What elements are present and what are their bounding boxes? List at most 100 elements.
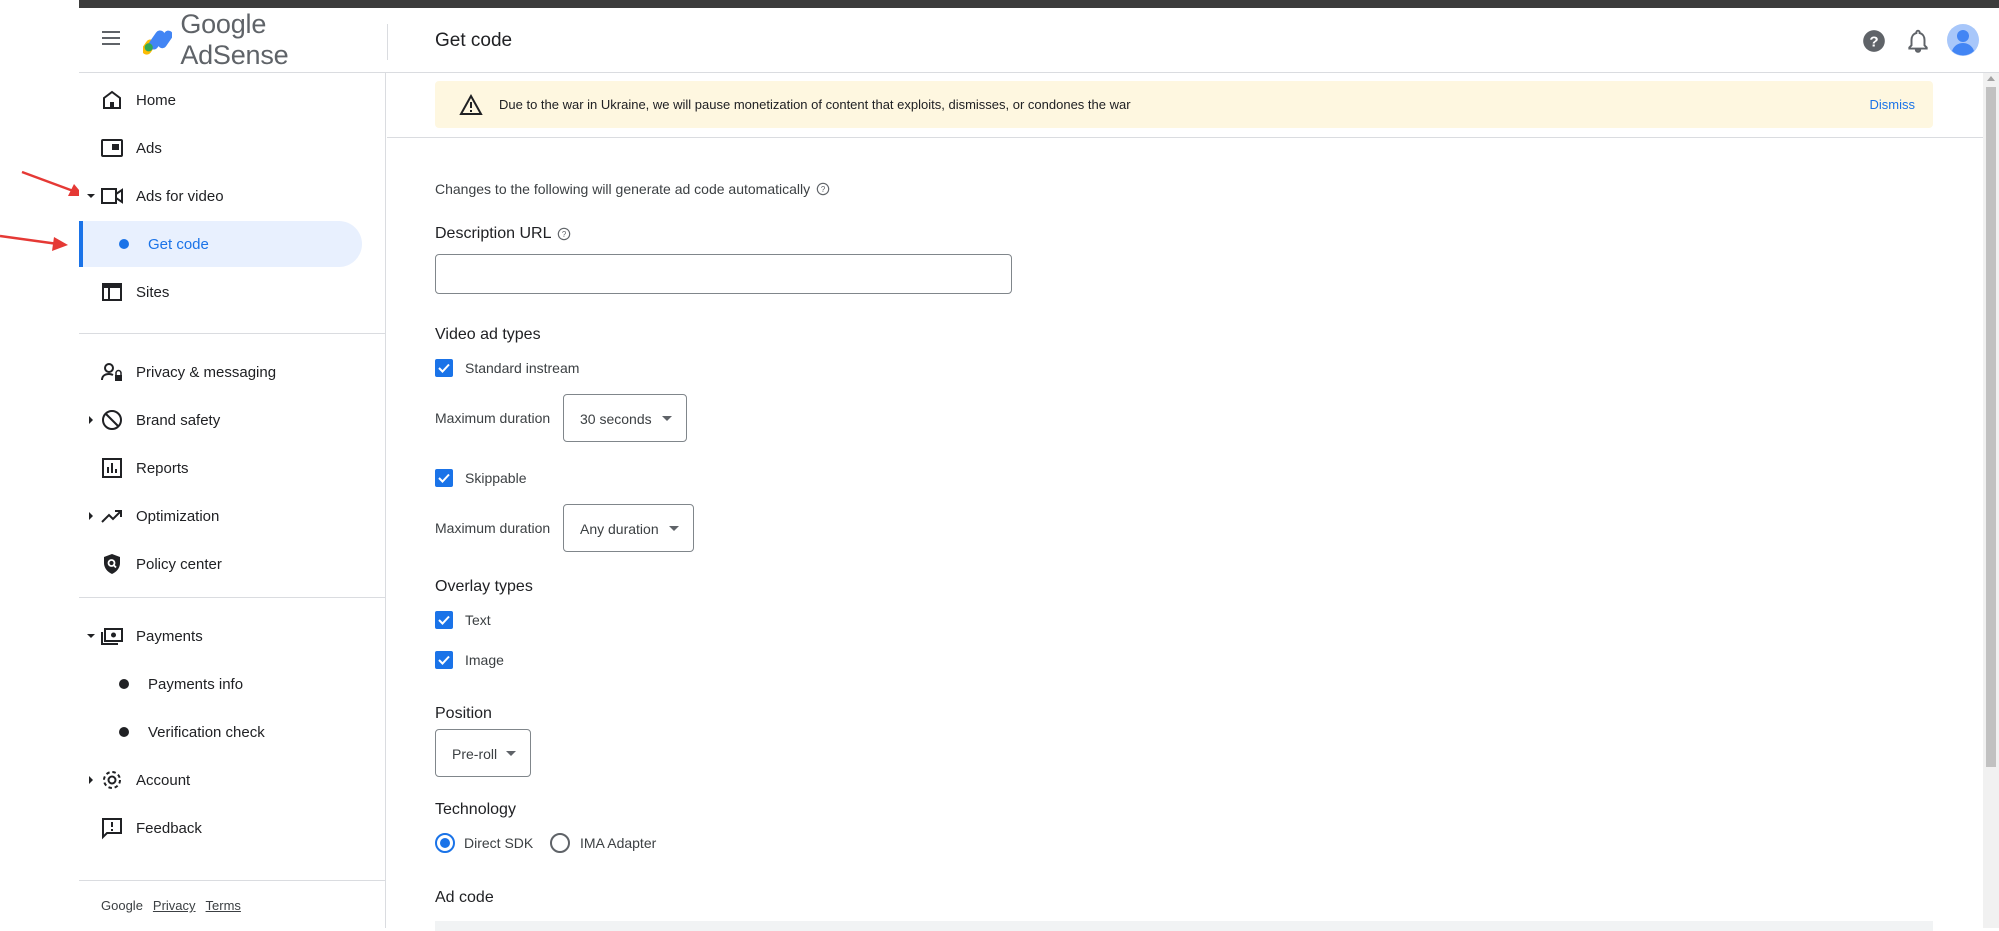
svg-text:?: ? bbox=[821, 185, 826, 194]
menu-icon[interactable] bbox=[99, 28, 123, 52]
left-margin bbox=[0, 0, 79, 928]
direct-sdk-label: Direct SDK bbox=[464, 835, 534, 851]
sidebar-item-account[interactable]: Account bbox=[79, 757, 386, 803]
sidebar-item-home[interactable]: Home bbox=[79, 77, 386, 123]
position-heading: Position bbox=[435, 705, 492, 722]
intro-text: Changes to the following will generate a… bbox=[435, 181, 811, 197]
expand-caret-right-icon bbox=[89, 512, 93, 520]
sidebar-divider bbox=[79, 880, 386, 881]
reports-icon bbox=[102, 458, 122, 478]
adsense-app: Google AdSense Get code ? Home Ads Ads f… bbox=[79, 8, 1999, 931]
description-url-label: Description URL bbox=[435, 225, 552, 242]
top-app-bar: Google AdSense Get code ? bbox=[79, 8, 1999, 73]
ima-adapter-label: IMA Adapter bbox=[580, 835, 657, 851]
account-avatar-icon[interactable] bbox=[1947, 24, 1979, 56]
sidebar-nav: Home Ads Ads for video Get code Sites Pr… bbox=[79, 73, 386, 928]
sidebar-item-label: Ads bbox=[136, 139, 162, 157]
video-ad-types-heading: Video ad types bbox=[435, 326, 541, 343]
bullet-dot-icon bbox=[119, 679, 129, 689]
sidebar-item-brand-safety[interactable]: Brand safety bbox=[79, 397, 386, 443]
home-icon bbox=[103, 90, 121, 109]
header-divider bbox=[387, 24, 388, 60]
sidebar-item-optimization[interactable]: Optimization bbox=[79, 493, 386, 539]
scrollbar-thumb[interactable] bbox=[1986, 87, 1996, 767]
position-select[interactable]: Pre-roll bbox=[435, 729, 531, 777]
gear-icon bbox=[103, 771, 121, 789]
sidebar-item-payments[interactable]: Payments bbox=[79, 613, 386, 659]
footer-google: Google bbox=[101, 898, 143, 913]
ad-code-heading: Ad code bbox=[435, 889, 494, 906]
footer-privacy-link[interactable]: Privacy bbox=[153, 898, 196, 913]
sidebar-item-label: Reports bbox=[136, 459, 189, 477]
sidebar-item-privacy-messaging[interactable]: Privacy & messaging bbox=[79, 349, 386, 395]
expand-caret-down-icon bbox=[87, 194, 95, 198]
adsense-logo[interactable]: Google AdSense bbox=[143, 9, 343, 70]
sidebar-item-label: Get code bbox=[148, 235, 209, 253]
notifications-bell-icon[interactable] bbox=[1905, 28, 1931, 54]
skippable-max-duration-select[interactable]: Any duration bbox=[563, 504, 694, 552]
direct-sdk-radio[interactable] bbox=[435, 833, 455, 853]
dropdown-caret-icon bbox=[506, 751, 516, 756]
trending-up-icon bbox=[101, 510, 122, 523]
help-outline-icon[interactable]: ? bbox=[816, 182, 830, 196]
banner-text: Due to the war in Ukraine, we will pause… bbox=[499, 97, 1131, 112]
sidebar-item-ads-for-video[interactable]: Ads for video bbox=[79, 173, 386, 219]
annotation-arrow-get-code bbox=[0, 234, 68, 251]
sidebar-footer: Google Privacy Terms bbox=[101, 898, 241, 913]
overlay-image-label: Image bbox=[465, 652, 504, 668]
sidebar-item-payments-info[interactable]: Payments info bbox=[79, 661, 386, 707]
main-scrollbar[interactable] bbox=[1983, 73, 1999, 928]
adsense-logo-mark-icon bbox=[143, 30, 173, 55]
main-content: Due to the war in Ukraine, we will pause… bbox=[387, 73, 1999, 931]
overlay-types-heading: Overlay types bbox=[435, 578, 533, 595]
checkmark-icon bbox=[438, 615, 450, 625]
sidebar-item-label: Feedback bbox=[136, 819, 202, 837]
footer-terms-link[interactable]: Terms bbox=[206, 898, 241, 913]
window-top-strip bbox=[79, 0, 1999, 8]
sidebar-item-reports[interactable]: Reports bbox=[79, 445, 386, 491]
help-icon[interactable]: ? bbox=[1861, 28, 1887, 54]
ads-icon bbox=[101, 139, 123, 157]
expand-caret-right-icon bbox=[89, 416, 93, 424]
standard-max-duration-select[interactable]: 30 seconds bbox=[563, 394, 687, 442]
select-value: Pre-roll bbox=[452, 746, 498, 762]
sidebar-item-policy-center[interactable]: Policy center bbox=[79, 541, 386, 587]
sidebar-item-label: Account bbox=[136, 771, 191, 789]
overlay-image-checkbox[interactable] bbox=[435, 651, 453, 669]
standard-instream-checkbox[interactable] bbox=[435, 359, 453, 377]
block-icon bbox=[102, 410, 122, 430]
dropdown-caret-icon bbox=[662, 416, 672, 421]
sidebar-item-label: Payments bbox=[136, 627, 203, 645]
sidebar-item-sites[interactable]: Sites bbox=[79, 269, 386, 315]
ima-adapter-radio[interactable] bbox=[550, 833, 570, 853]
sidebar-item-label: Verification check bbox=[148, 723, 265, 741]
help-outline-icon[interactable]: ? bbox=[557, 227, 571, 241]
standard-instream-label: Standard instream bbox=[465, 360, 580, 376]
sidebar-divider bbox=[79, 597, 386, 598]
description-url-input[interactable] bbox=[435, 254, 1012, 294]
svg-text:?: ? bbox=[562, 230, 567, 239]
technology-heading: Technology bbox=[435, 801, 516, 818]
skippable-label: Skippable bbox=[465, 470, 527, 486]
scroll-up-arrow-icon[interactable] bbox=[1987, 76, 1995, 81]
sidebar-item-label: Policy center bbox=[136, 555, 222, 573]
ad-code-box[interactable] bbox=[435, 921, 1933, 931]
expand-caret-down-icon bbox=[87, 634, 95, 638]
skippable-checkbox[interactable] bbox=[435, 469, 453, 487]
select-value: Any duration bbox=[580, 521, 659, 537]
sidebar-item-verification-check[interactable]: Verification check bbox=[79, 709, 386, 755]
overlay-text-label: Text bbox=[465, 612, 491, 628]
privacy-icon bbox=[101, 363, 122, 381]
sidebar-item-label: Payments info bbox=[148, 675, 244, 693]
select-value: 30 seconds bbox=[580, 411, 652, 427]
payments-icon bbox=[101, 628, 123, 645]
sidebar-item-ads[interactable]: Ads bbox=[79, 125, 386, 171]
dropdown-caret-icon bbox=[669, 526, 679, 531]
checkmark-icon bbox=[438, 655, 450, 665]
sidebar-item-get-code[interactable]: Get code bbox=[79, 221, 386, 267]
overlay-text-checkbox[interactable] bbox=[435, 611, 453, 629]
sidebar-item-feedback[interactable]: Feedback bbox=[79, 805, 386, 851]
policy-shield-icon bbox=[104, 554, 120, 574]
dismiss-button[interactable]: Dismiss bbox=[1870, 97, 1916, 112]
sidebar-item-label: Optimization bbox=[136, 507, 220, 525]
